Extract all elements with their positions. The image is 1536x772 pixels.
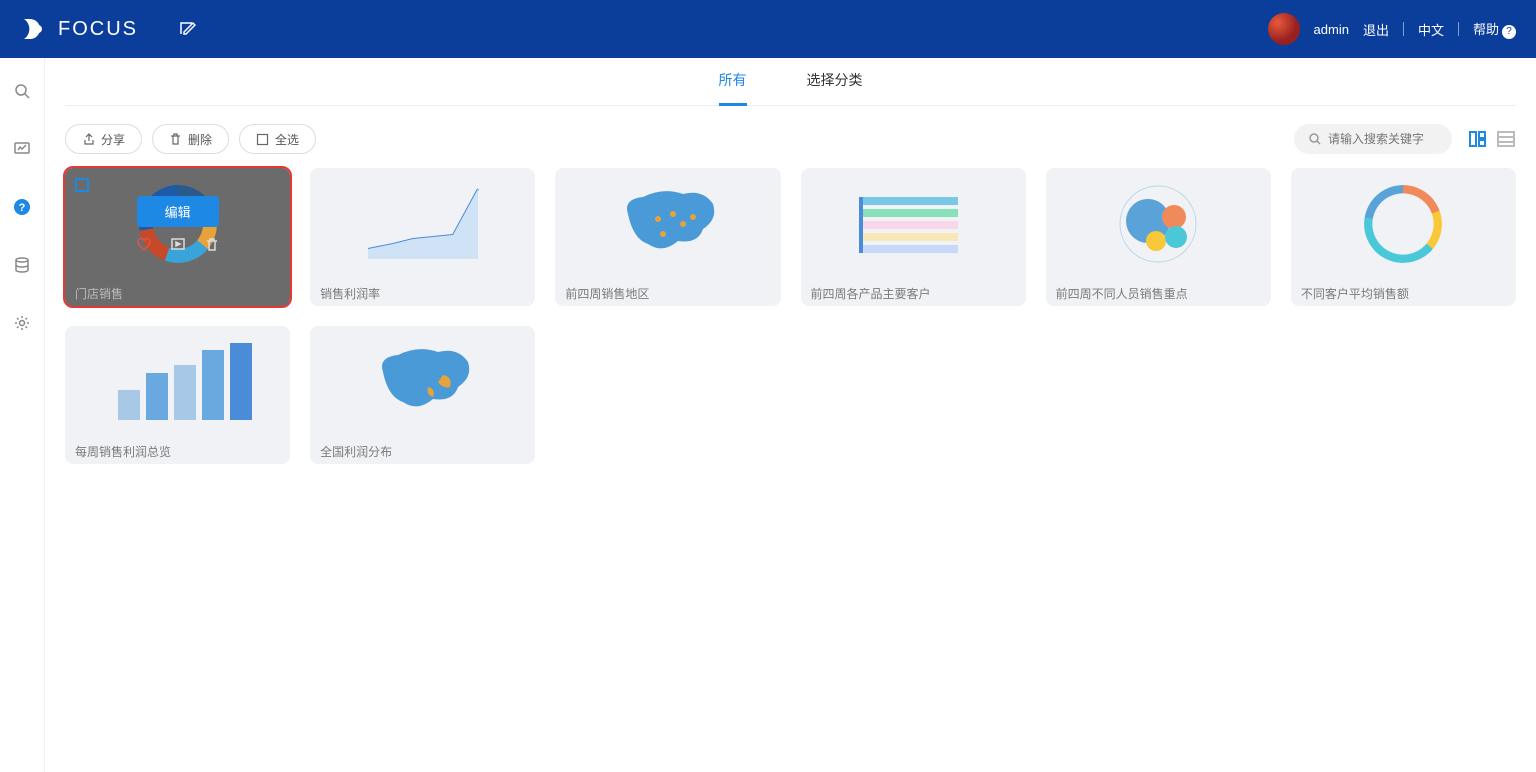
list-view-icon[interactable] — [1496, 129, 1516, 149]
app-header: FOCUS admin 退出 中文 帮助? — [0, 0, 1536, 58]
brand-icon — [20, 15, 48, 43]
card-item[interactable]: 前四周各产品主要客户 — [801, 168, 1026, 306]
sidebar: ? — [0, 58, 45, 772]
search-box[interactable] — [1294, 124, 1452, 154]
stacked-bar-icon — [853, 189, 973, 259]
present-icon[interactable] — [170, 237, 186, 253]
card-grid: 编辑 门店销售 销售利润率 前四周销售地区 前四周各产品主要客户 — [65, 168, 1516, 464]
help-badge-icon: ? — [1502, 25, 1516, 39]
card-item[interactable]: 不同客户平均销售额 — [1291, 168, 1516, 306]
sidebar-data[interactable] — [0, 250, 45, 280]
share-icon — [82, 133, 95, 146]
card-title: 每周销售利润总览 — [65, 438, 290, 464]
sidebar-search[interactable] — [0, 76, 45, 106]
brand: FOCUS — [20, 15, 138, 43]
edit-button[interactable]: 编辑 — [137, 196, 219, 227]
checkbox-icon — [256, 133, 269, 146]
card-title: 全国利润分布 — [310, 438, 535, 464]
avatar[interactable] — [1268, 13, 1300, 45]
help-link[interactable]: 帮助? — [1473, 19, 1516, 39]
grid-view-icon[interactable] — [1468, 129, 1488, 149]
bubble-chart-icon — [1098, 179, 1218, 269]
username[interactable]: admin — [1314, 22, 1349, 37]
trash-icon — [169, 133, 182, 146]
card-title: 前四周不同人员销售重点 — [1046, 280, 1271, 306]
sidebar-help[interactable]: ? — [0, 192, 45, 222]
share-button[interactable]: 分享 — [65, 124, 142, 154]
card-item[interactable]: 每周销售利润总览 — [65, 326, 290, 464]
compose-icon[interactable] — [178, 20, 196, 38]
language-link[interactable]: 中文 — [1418, 20, 1444, 39]
tab-all[interactable]: 所有 — [719, 58, 747, 106]
card-title: 门店销售 — [65, 280, 290, 306]
card-title: 销售利润率 — [310, 280, 535, 306]
delete-icon[interactable] — [204, 237, 220, 253]
line-chart-icon — [358, 179, 488, 269]
divider — [1458, 22, 1459, 36]
map-icon — [358, 337, 488, 427]
toolbar: 分享 删除 全选 — [65, 106, 1516, 168]
divider — [1403, 22, 1404, 36]
card-item[interactable]: 全国利润分布 — [310, 326, 535, 464]
logout-link[interactable]: 退出 — [1363, 20, 1389, 39]
card-title: 前四周销售地区 — [555, 280, 780, 306]
select-all-button[interactable]: 全选 — [239, 124, 316, 154]
sidebar-settings[interactable] — [0, 308, 45, 338]
sidebar-board[interactable] — [0, 134, 45, 164]
search-input[interactable] — [1328, 132, 1438, 146]
card-title: 前四周各产品主要客户 — [801, 280, 1026, 306]
card-item[interactable]: 前四周不同人员销售重点 — [1046, 168, 1271, 306]
brand-text: FOCUS — [58, 18, 138, 41]
delete-button[interactable]: 删除 — [152, 124, 229, 154]
favorite-icon[interactable] — [136, 237, 152, 253]
tab-category[interactable]: 选择分类 — [807, 58, 863, 106]
map-icon — [603, 179, 733, 269]
tab-bar: 所有 选择分类 — [65, 58, 1516, 106]
header-right: admin 退出 中文 帮助? — [1268, 13, 1516, 45]
svg-text:?: ? — [19, 202, 26, 214]
search-icon — [1308, 132, 1322, 146]
card-title: 不同客户平均销售额 — [1291, 280, 1516, 306]
card-item[interactable]: 销售利润率 — [310, 168, 535, 306]
card-checkbox[interactable] — [75, 178, 89, 192]
main-content: 所有 选择分类 分享 删除 全选 — [45, 58, 1536, 772]
card-overlay: 编辑 — [65, 168, 290, 280]
card-item[interactable]: 编辑 门店销售 — [65, 168, 290, 306]
bar-chart-icon — [103, 335, 253, 430]
card-item[interactable]: 前四周销售地区 — [555, 168, 780, 306]
donut-chart-icon — [1364, 185, 1442, 263]
